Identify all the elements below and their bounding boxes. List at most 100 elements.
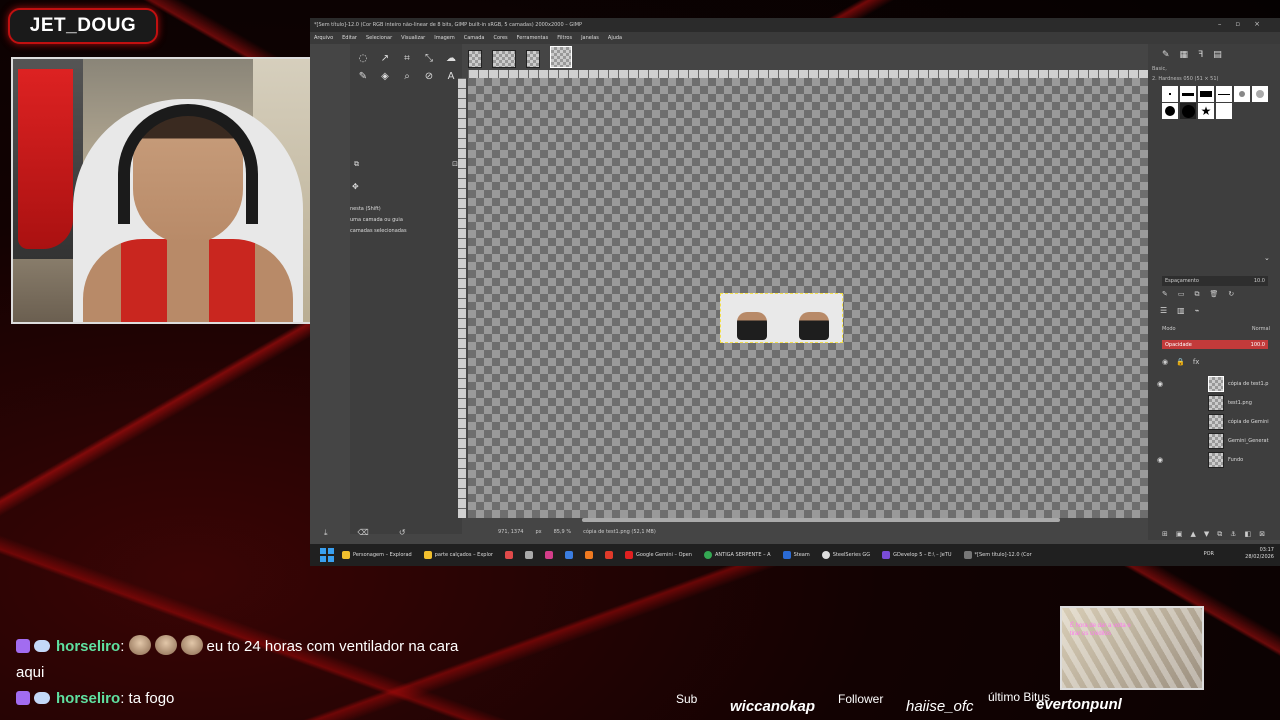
- menu-cores[interactable]: Cores: [493, 35, 507, 41]
- tool-options-icon[interactable]: ⧉: [354, 160, 359, 170]
- maximize-icon[interactable]: ▫: [1235, 20, 1254, 28]
- horizontal-scrollbar[interactable]: [582, 518, 1060, 522]
- brush-tab-icon[interactable]: ✎: [1162, 50, 1170, 60]
- taskbar-item[interactable]: SteelSeries GG: [821, 551, 870, 559]
- language-indicator[interactable]: POR: [1204, 551, 1214, 557]
- delete-brush-icon[interactable]: 🗑: [1210, 290, 1219, 299]
- bucket-icon[interactable]: ◈: [376, 68, 394, 84]
- tool-option-line-3[interactable]: camadas selecionadas: [350, 226, 407, 237]
- lock-icon[interactable]: 🔒: [1176, 358, 1185, 366]
- brush-item[interactable]: [1252, 86, 1268, 102]
- layer-image-shoes[interactable]: [720, 293, 843, 343]
- image-tab[interactable]: [468, 50, 482, 68]
- menu-ajuda[interactable]: Ajuda: [608, 35, 622, 41]
- zoom-icon[interactable]: ⌕: [398, 68, 416, 84]
- taskbar-item[interactable]: [544, 551, 553, 559]
- brush-item[interactable]: ★: [1198, 103, 1214, 119]
- windows-start-icon[interactable]: [320, 548, 334, 562]
- eye-icon[interactable]: ◉: [1152, 380, 1168, 388]
- eye-icon[interactable]: ◉: [1152, 456, 1168, 464]
- lower-icon[interactable]: ▼: [1204, 530, 1209, 539]
- layer-row[interactable]: ◉ Fundo: [1152, 450, 1276, 469]
- taskbar-item[interactable]: Steam: [782, 551, 810, 559]
- layer-row[interactable]: Gemini_Generat: [1152, 431, 1276, 450]
- edit-brush-icon[interactable]: ✎: [1162, 290, 1168, 299]
- channels-tab-icon[interactable]: ▥: [1177, 306, 1185, 315]
- taskbar-item[interactable]: [564, 551, 573, 559]
- anchor-icon[interactable]: ⚓: [1230, 530, 1236, 539]
- raise-icon[interactable]: ▲: [1191, 530, 1196, 539]
- new-brush-icon[interactable]: ▭: [1178, 290, 1185, 299]
- menu-ferramentas[interactable]: Ferramentas: [517, 35, 549, 41]
- layers-tab-icon[interactable]: ☰: [1160, 306, 1167, 315]
- spacing-field[interactable]: Espaçamento 10.0: [1162, 276, 1268, 286]
- path-icon[interactable]: ↗: [376, 50, 394, 66]
- opacity-slider[interactable]: Opacidade 100.0: [1162, 340, 1268, 349]
- image-canvas[interactable]: [468, 78, 1148, 518]
- taskbar-item[interactable]: ANTIGA SERPENTE – A: [703, 551, 771, 559]
- system-clock[interactable]: 03:17 28/02/2026: [1245, 547, 1274, 561]
- tool-option-line-2[interactable]: uma camada ou guia: [350, 215, 407, 226]
- warp-icon[interactable]: ☁: [442, 50, 460, 66]
- menu-janelas[interactable]: Janelas: [581, 35, 599, 41]
- menu-visualizar[interactable]: Visualizar: [401, 35, 425, 41]
- image-tab[interactable]: [526, 50, 540, 68]
- menu-filtros[interactable]: Filtros: [557, 35, 572, 41]
- group-icon[interactable]: ▣: [1176, 530, 1183, 539]
- brush-item[interactable]: [1234, 86, 1250, 102]
- fx-icon[interactable]: fx: [1193, 358, 1200, 366]
- duplicate-icon[interactable]: ⧉: [1195, 290, 1200, 299]
- duplicate-layer-icon[interactable]: ⧉: [1217, 530, 1222, 539]
- color-picker-icon[interactable]: ⊘: [420, 68, 438, 84]
- pattern-tab-icon[interactable]: ▦: [1180, 50, 1189, 60]
- delete-layer-icon[interactable]: ⊠: [1259, 530, 1265, 539]
- layer-row[interactable]: cópia de Gemini: [1152, 412, 1276, 431]
- taskbar-item[interactable]: Personagem – Explorad: [342, 551, 412, 559]
- free-select-icon[interactable]: ◌: [354, 50, 372, 66]
- tool-option-line-1[interactable]: nesta (Shift): [350, 204, 407, 215]
- taskbar-item[interactable]: Google Gemini – Open: [624, 551, 692, 559]
- menu-imagem[interactable]: Imagem: [434, 35, 455, 41]
- taskbar-item[interactable]: [504, 551, 513, 559]
- brush-item[interactable]: [1216, 86, 1232, 102]
- document-tab-icon[interactable]: ▤: [1213, 50, 1222, 60]
- reset-icon[interactable]: ↺: [399, 528, 406, 542]
- unit-select[interactable]: px: [535, 529, 541, 535]
- brush-item[interactable]: [1216, 103, 1232, 119]
- new-layer-icon[interactable]: ⊞: [1162, 530, 1168, 539]
- lock-visibility-icon[interactable]: ◉: [1162, 358, 1168, 366]
- menu-selecionar[interactable]: Selecionar: [366, 35, 392, 41]
- paint-icon[interactable]: ✎: [354, 68, 372, 84]
- image-tab[interactable]: [492, 50, 516, 68]
- font-tab-icon[interactable]: ꟻ: [1198, 50, 1203, 60]
- crop-icon[interactable]: ⌗: [398, 50, 416, 66]
- paths-tab-icon[interactable]: ⌁: [1195, 306, 1200, 315]
- menu-editar[interactable]: Editar: [342, 35, 357, 41]
- refresh-icon[interactable]: ↻: [1228, 290, 1234, 299]
- chevron-down-icon[interactable]: ⌄: [1264, 254, 1270, 262]
- taskbar-item[interactable]: [604, 551, 613, 559]
- delete-icon[interactable]: ⌫: [358, 528, 369, 542]
- taskbar-item[interactable]: GDevelop 5 – E:\ – JeTU: [882, 551, 952, 559]
- move-tool-icon[interactable]: ✥: [352, 182, 359, 191]
- brush-item[interactable]: [1198, 86, 1214, 102]
- taskbar-item[interactable]: parte calçados – Explor: [423, 551, 493, 559]
- mask-icon[interactable]: ◧: [1245, 530, 1252, 539]
- export-icon[interactable]: ⤓: [324, 528, 328, 542]
- layer-row[interactable]: test1.png: [1152, 393, 1276, 412]
- menu-arquivo[interactable]: Arquivo: [314, 35, 333, 41]
- brush-item[interactable]: [1180, 86, 1196, 102]
- taskbar-item[interactable]: [524, 551, 533, 559]
- minimize-icon[interactable]: –: [1218, 20, 1236, 28]
- zoom-select[interactable]: 85,9 %: [554, 529, 571, 535]
- menu-camada[interactable]: Camada: [464, 35, 485, 41]
- taskbar-item-active[interactable]: *[Sem título]-12.0 (Cor: [963, 551, 1032, 559]
- scale-icon[interactable]: ⤡: [420, 50, 438, 66]
- mode-select[interactable]: Normal: [1252, 326, 1270, 332]
- close-icon[interactable]: ×: [1254, 20, 1274, 28]
- taskbar-item[interactable]: [584, 551, 593, 559]
- brush-tag-field[interactable]: Basic,: [1152, 66, 1219, 72]
- brush-item[interactable]: [1162, 103, 1178, 119]
- layer-row[interactable]: ◉ cópia de test1.p: [1152, 374, 1276, 393]
- brush-item-selected[interactable]: [1180, 103, 1196, 119]
